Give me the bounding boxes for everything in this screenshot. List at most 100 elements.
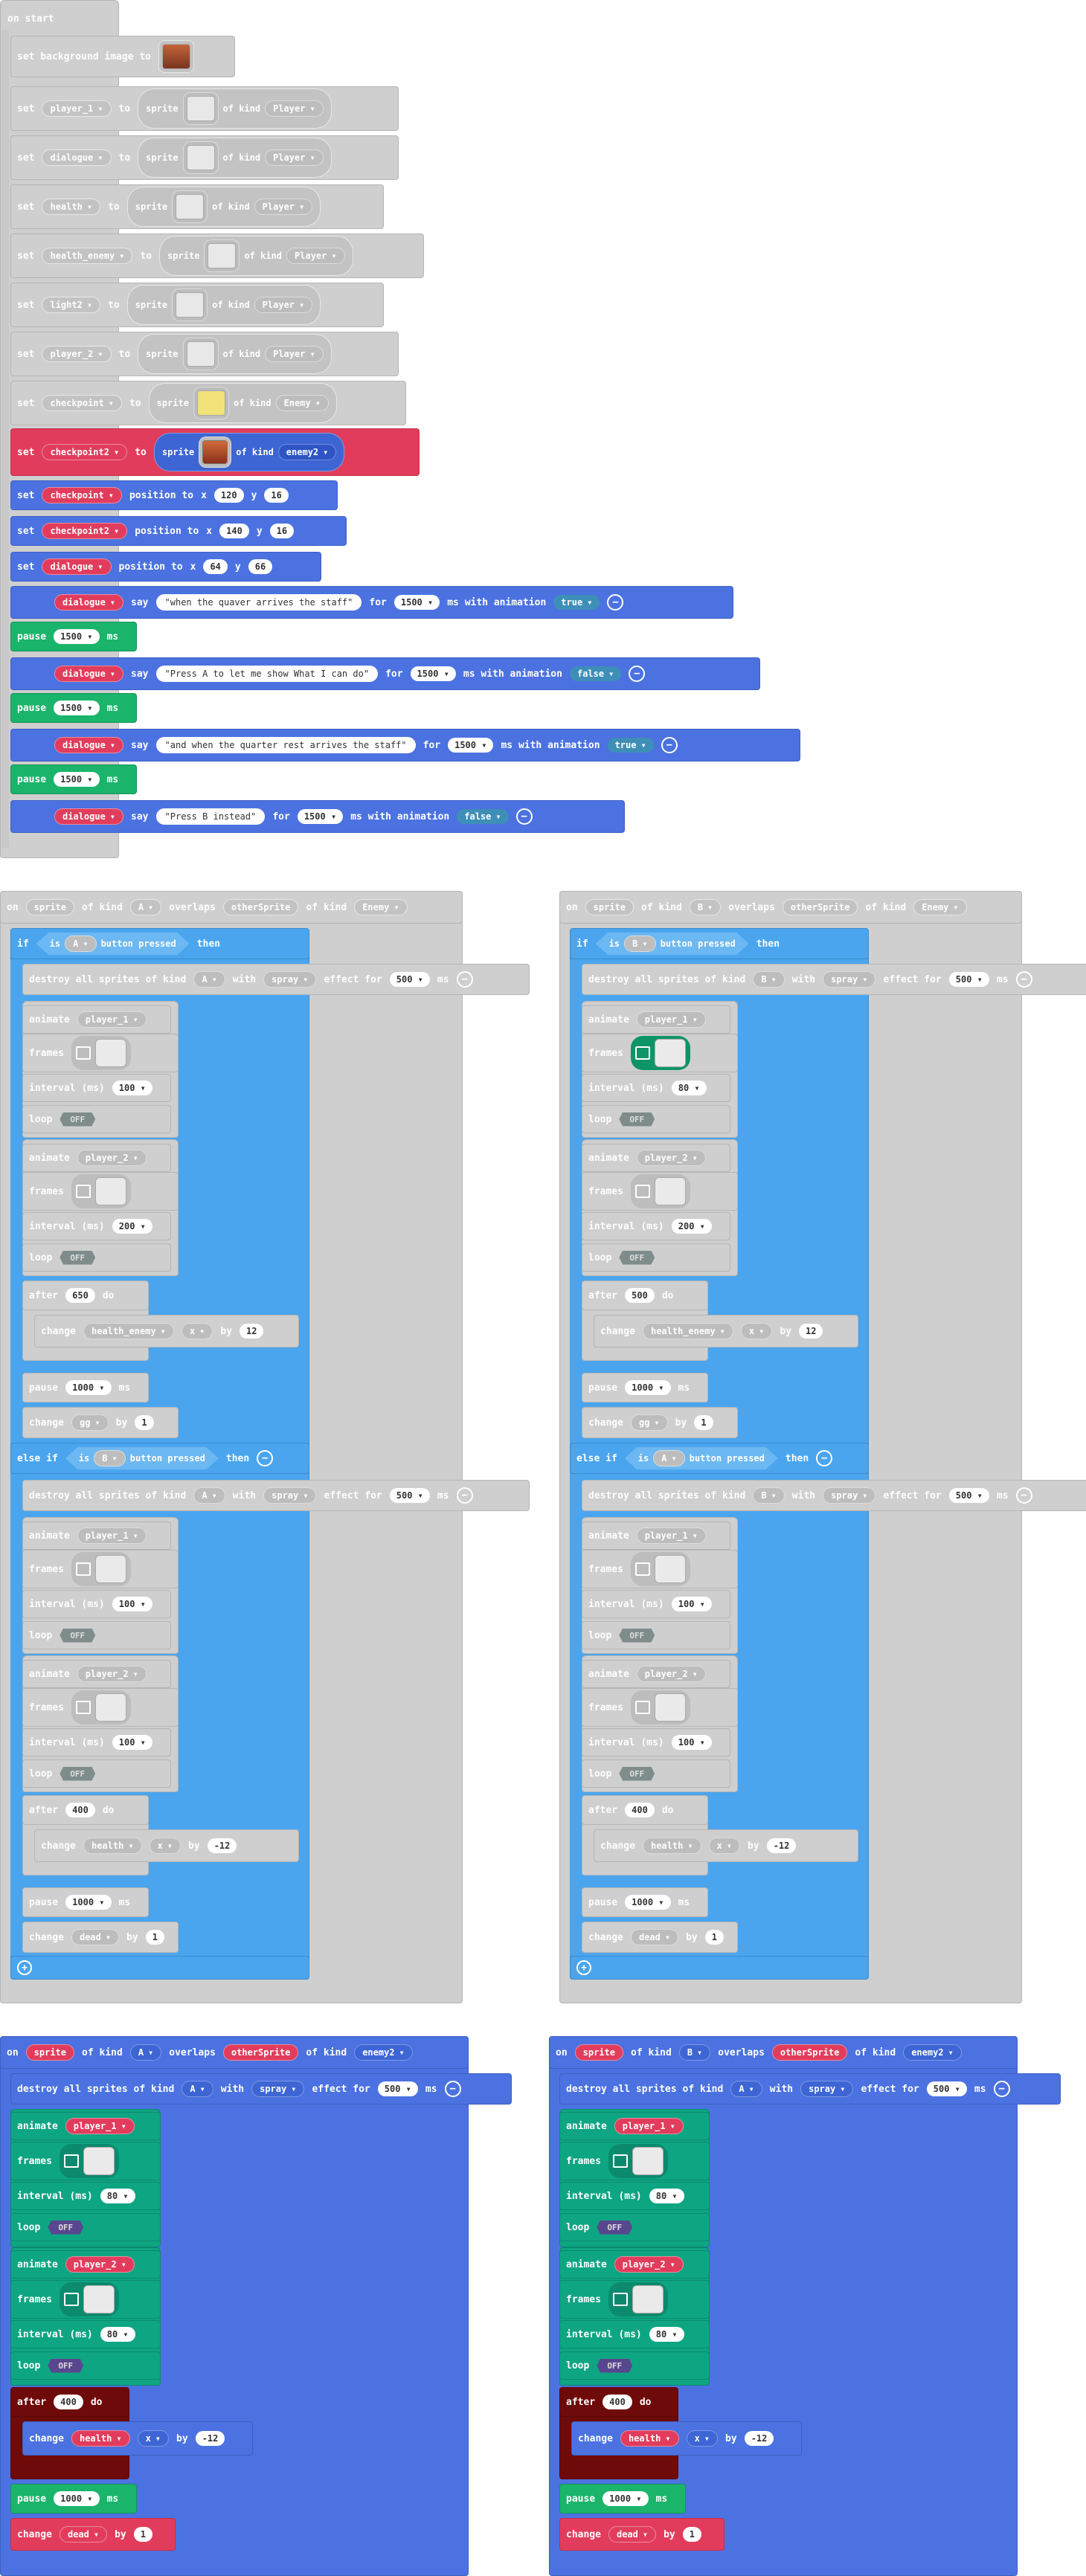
remove-parameter-icon[interactable]: − <box>515 808 533 825</box>
change-amount-input[interactable]: -12 <box>744 2431 774 2446</box>
variable-dropdown[interactable]: dead <box>71 1929 120 1945</box>
property-dropdown[interactable]: x <box>740 1323 773 1339</box>
change-variable-block[interactable]: change ggby 1 <box>582 1407 738 1438</box>
change-amount-input[interactable]: -12 <box>207 1838 237 1853</box>
animate-sprite-dropdown[interactable]: player_2 <box>77 1666 147 1682</box>
frames-picker[interactable] <box>608 2282 668 2316</box>
say-text-input[interactable]: "Press A to let me show What I can do" <box>155 666 379 682</box>
variable-dropdown[interactable]: player_2 <box>42 346 112 362</box>
animate-sprite-dropdown[interactable]: player_1 <box>77 1527 147 1544</box>
destroy-sprites-block[interactable]: destroy all sprites of kind Awith spray eff… <box>10 2073 512 2105</box>
set-sprite-block[interactable]: set light2 to sprite of kind Player <box>10 283 384 327</box>
loop-toggle[interactable]: OFF <box>597 2220 633 2235</box>
variable-dropdown[interactable]: gg <box>630 1414 668 1431</box>
on-start-hat[interactable]: on start <box>1 6 60 31</box>
effect-duration-dropdown[interactable]: 500 <box>948 1488 989 1503</box>
animate-row[interactable]: loop OFF <box>559 2351 710 2380</box>
animate-sprite-dropdown[interactable]: player_2 <box>636 1150 706 1166</box>
overlap-event-header[interactable]: on sprite of kind Aoverlaps otherSprite of ki… <box>0 2036 469 2069</box>
pause-duration-dropdown[interactable]: 1000 <box>65 1895 112 1910</box>
interval-dropdown[interactable]: 80 <box>100 2327 135 2342</box>
pause-duration-dropdown[interactable]: 1000 <box>603 2491 649 2506</box>
x-value-input[interactable]: 64 <box>203 559 228 574</box>
animate-row[interactable]: loop OFF <box>582 1621 730 1649</box>
sprite-image-picker[interactable] <box>182 338 219 370</box>
change-amount-input[interactable]: 12 <box>799 1324 823 1339</box>
animate-row[interactable]: loop OFF <box>10 2213 161 2241</box>
interval-dropdown[interactable]: 200 <box>671 1219 712 1234</box>
animate-row[interactable]: frames <box>582 1550 738 1588</box>
set-sprite-block[interactable]: set health to sprite of kind Player <box>10 184 384 229</box>
animate-row[interactable]: frames <box>582 1034 738 1072</box>
other-sprite-parameter[interactable]: otherSprite <box>782 899 858 915</box>
button-kind-dropdown[interactable]: A <box>129 899 162 915</box>
pause-duration-dropdown[interactable]: 1500 <box>54 701 100 715</box>
animation-toggle-dropdown[interactable]: true <box>607 738 654 753</box>
animate-sprite-dropdown[interactable]: player_1 <box>636 1011 706 1028</box>
variable-dropdown[interactable]: dead <box>59 2526 108 2543</box>
change-sprite-property-block[interactable]: change healthxby -12 <box>22 2421 253 2456</box>
animate-row[interactable]: frames <box>10 2280 161 2319</box>
animate-row[interactable]: interval (ms) 80 <box>10 2320 161 2348</box>
x-value-input[interactable]: 120 <box>213 488 244 503</box>
animate-row[interactable]: interval (ms) 100 <box>582 1590 730 1618</box>
after-delay-input[interactable]: 400 <box>65 1803 95 1817</box>
change-amount-input[interactable]: 1 <box>694 1415 713 1430</box>
change-amount-input[interactable]: -12 <box>195 2431 225 2446</box>
animate-row[interactable]: interval (ms) 100 <box>22 1074 171 1102</box>
change-amount-input[interactable]: 1 <box>133 2527 152 2542</box>
kind-dropdown[interactable]: Player <box>265 149 324 166</box>
after-header[interactable]: after 650 do <box>22 1281 149 1310</box>
pause-block[interactable]: pause 1000 ms <box>22 1887 149 1917</box>
destroy-sprites-block[interactable]: destroy all sprites of kind Bwith spray eff… <box>582 964 1086 995</box>
pause-block[interactable]: pause 1000 ms <box>559 2484 686 2514</box>
kind-dropdown[interactable]: Player <box>254 199 313 215</box>
remove-parameter-icon[interactable]: − <box>607 594 624 611</box>
kind-dropdown-enemy2[interactable]: enemy2 <box>277 444 337 460</box>
loop-toggle[interactable]: OFF <box>60 1112 96 1127</box>
pause-block[interactable]: pause 1500 ms <box>10 693 137 723</box>
sprite-say-block[interactable]: dialogue say "Press A to let me show What … <box>10 657 760 690</box>
effect-dropdown[interactable]: spray <box>251 2081 305 2097</box>
frames-picker[interactable] <box>59 2282 119 2316</box>
duration-dropdown[interactable]: 1500 <box>448 738 494 753</box>
effect-duration-dropdown[interactable]: 500 <box>948 972 989 987</box>
if-block[interactable]: if is Bbutton pressed then <box>570 928 869 959</box>
variable-dropdown[interactable]: dialogue <box>42 149 112 166</box>
animate-row[interactable]: animate player_1 <box>582 1005 730 1034</box>
duration-dropdown[interactable]: 1500 <box>297 809 344 824</box>
destroy-kind-dropdown[interactable]: B <box>753 1487 785 1504</box>
change-variable-block[interactable]: change deadby 1 <box>10 2518 176 2551</box>
sprite-parameter[interactable]: sprite <box>574 2044 624 2061</box>
add-else-icon[interactable]: + <box>576 1960 591 1975</box>
animate-sprite-dropdown[interactable]: player_2 <box>65 2256 135 2273</box>
say-text-input[interactable]: "and when the quarter rest arrives the s… <box>155 737 416 753</box>
interval-dropdown[interactable]: 80 <box>671 1081 707 1095</box>
variable-dropdown[interactable]: dead <box>608 2526 657 2543</box>
frames-picker[interactable] <box>630 1036 690 1070</box>
set-background-block[interactable]: set background image to <box>10 36 235 77</box>
after-header[interactable]: after 400 do <box>22 1795 149 1825</box>
interval-dropdown[interactable]: 80 <box>649 2189 684 2203</box>
remove-parameter-icon[interactable]: − <box>257 1450 274 1466</box>
change-amount-input[interactable]: 1 <box>682 2527 701 2542</box>
destroy-sprites-block[interactable]: destroy all sprites of kind Awith spray eff… <box>559 2073 1061 2105</box>
kind-dropdown[interactable]: Enemy <box>913 899 967 915</box>
y-value-input[interactable]: 66 <box>248 559 273 574</box>
change-variable-block[interactable]: change deadby 1 <box>22 1922 179 1953</box>
animate-row[interactable]: animate player_1 <box>22 1005 171 1034</box>
pause-block[interactable]: pause 1500 ms <box>10 622 137 651</box>
sprite-variable-dropdown[interactable]: checkpoint <box>42 487 122 503</box>
animate-row[interactable]: animate player_2 <box>559 2250 710 2279</box>
animate-row[interactable]: interval (ms) 100 <box>582 1728 730 1756</box>
kind-dropdown[interactable]: Player <box>265 100 324 117</box>
animate-row[interactable]: interval (ms) 100 <box>22 1728 171 1756</box>
sprite-create-slot[interactable]: sprite of kind Player <box>138 88 332 129</box>
frames-picker[interactable] <box>71 1552 131 1586</box>
other-sprite-parameter[interactable]: otherSprite <box>222 2044 299 2061</box>
background-image-slot[interactable] <box>158 40 195 73</box>
frames-picker[interactable] <box>59 2144 119 2178</box>
sprite-variable-dropdown[interactable]: dialogue <box>54 737 124 753</box>
change-sprite-dropdown[interactable]: health_enemy <box>642 1323 733 1339</box>
effect-duration-dropdown[interactable]: 500 <box>389 1488 430 1503</box>
